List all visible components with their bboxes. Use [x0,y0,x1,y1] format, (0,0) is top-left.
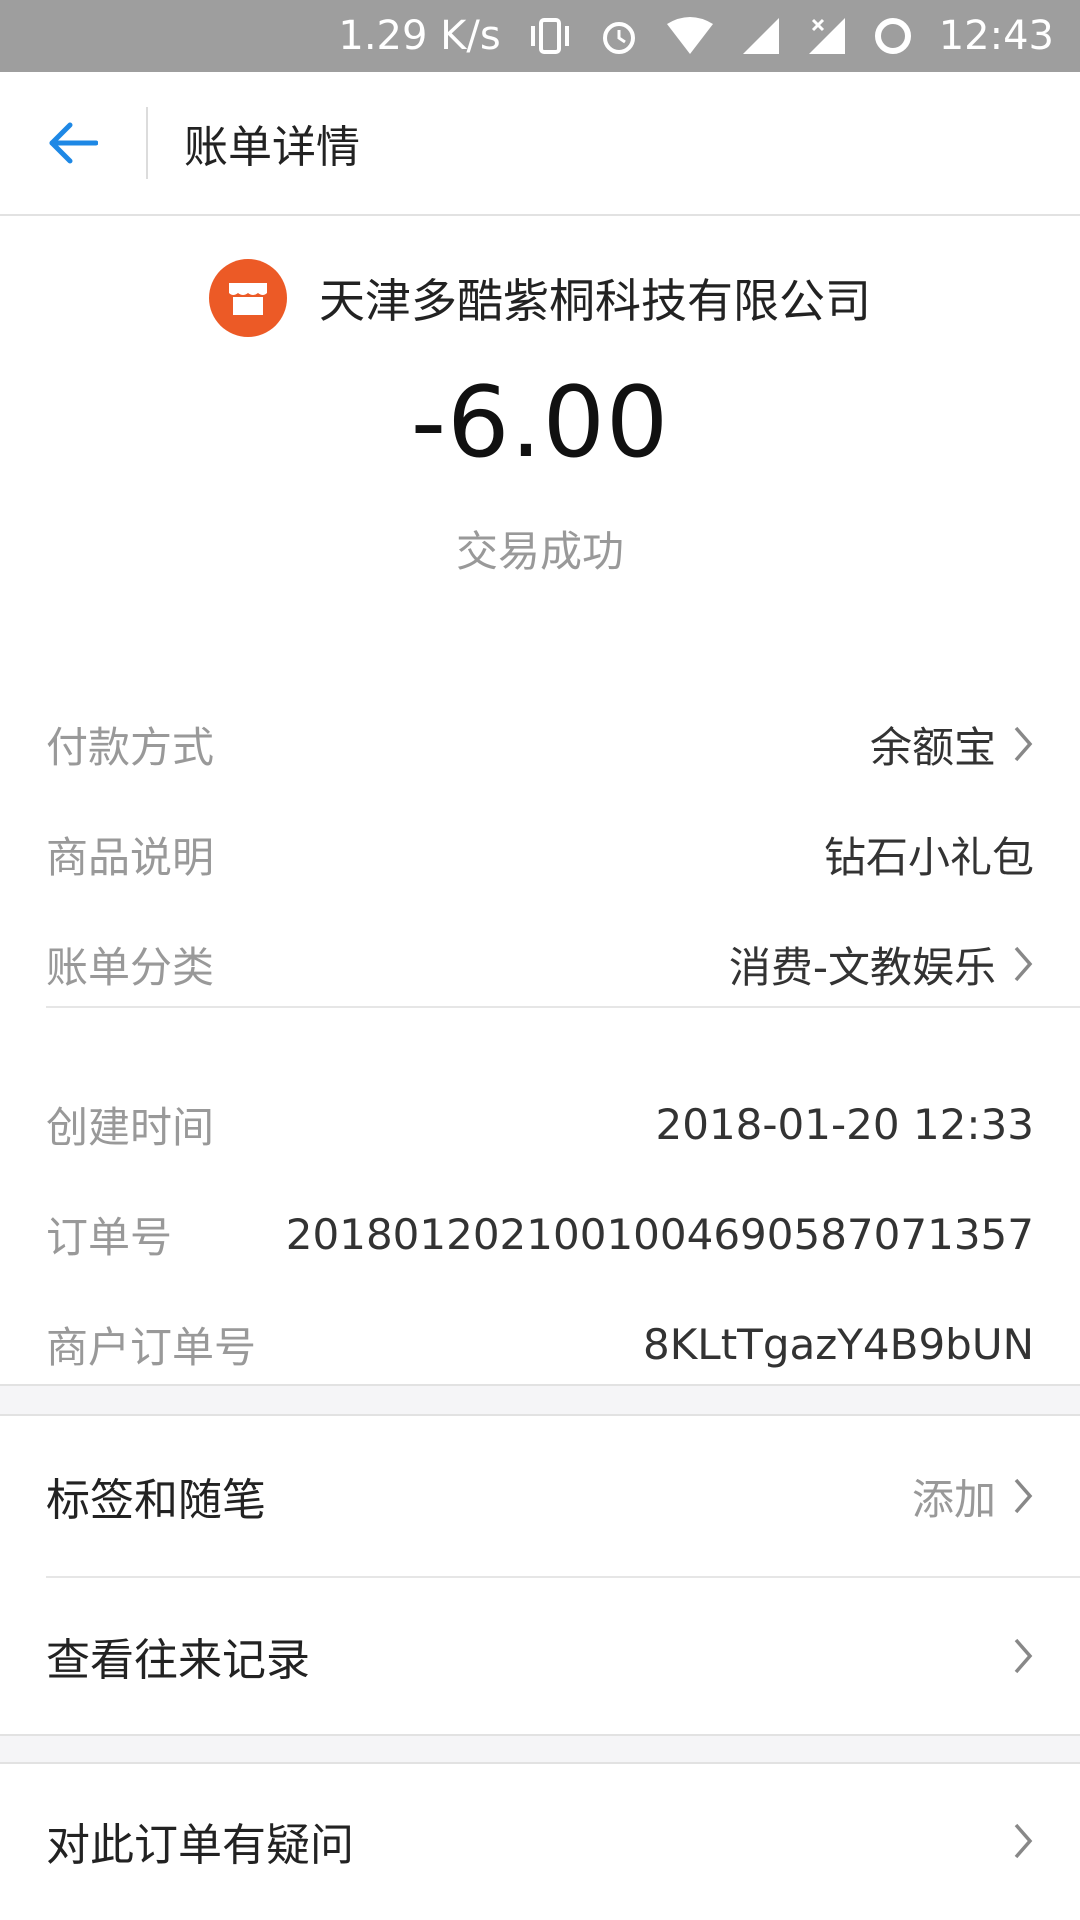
vibrate-icon [527,16,573,56]
transaction-status: 交易成功 [455,527,624,576]
actions-section: 标签和随笔 添加 查看往来记录 [0,1414,1080,1736]
network-speed: 1.29 K/s [338,13,501,59]
chevron-right-icon [1012,1476,1034,1516]
merchant-name: 天津多酷紫桐科技有限公司 [319,274,871,328]
page-title: 账单详情 [184,122,360,173]
add-tag-link[interactable]: 添加 [912,1466,996,1527]
header-divider [146,107,148,179]
detail-row-merchant-order-number: 商户订单号 8KLtTgazY4B9bUN [46,1304,1034,1384]
menu-label: 对此订单有疑问 [46,1820,354,1871]
bill-detail-card: 天津多酷紫桐科技有限公司 -6.00 交易成功 付款方式 余额宝 商品说明 钻石… [0,216,1080,1386]
detail-value: 钻石小礼包 [823,832,1034,882]
detail-label: 商户订单号 [46,1322,257,1372]
store-icon [209,259,287,337]
chevron-right-icon [1012,1821,1034,1861]
transaction-amount: -6.00 [410,366,670,480]
detail-value: 20180120210010046905870713​57 [285,1209,1034,1259]
chevron-right-icon [1012,724,1034,764]
support-section: 对此订单有疑问 [0,1762,1080,1920]
signal-icon [741,16,781,56]
detail-value: 8KLtTgazY4B9bUN [643,1319,1034,1369]
arrow-left-icon [49,122,98,164]
detail-row-created-time: 创建时间 2018-01-20 12:33 [46,1084,1034,1164]
detail-label: 商品说明 [46,832,215,882]
detail-value: 消费-文教娱乐 [728,942,996,992]
detail-row-payment-method[interactable]: 付款方式 余额宝 [46,704,1034,784]
clock-time: 12:43 [938,13,1054,59]
detail-label: 账单分类 [46,942,215,992]
signal-off-icon [807,16,847,56]
menu-label: 标签和随笔 [46,1475,266,1526]
detail-label: 订单号 [46,1212,173,1262]
detail-value: 余额宝 [869,722,996,772]
chevron-right-icon [1012,944,1034,984]
order-question-row[interactable]: 对此订单有疑问 [46,1764,1034,1918]
alarm-icon [599,16,639,56]
detail-value: 2018-01-20 12:33 [655,1099,1034,1149]
detail-row-category[interactable]: 账单分类 消费-文教娱乐 [46,924,1034,1004]
detail-label: 创建时间 [46,1102,215,1152]
wifi-icon [665,16,715,56]
tags-notes-row[interactable]: 标签和随笔 添加 [46,1416,1034,1576]
status-bar: 1.29 K/s 12:43 [0,0,1080,72]
view-history-row[interactable]: 查看往来记录 [46,1576,1034,1736]
detail-row-order-number: 订单号 20180120210010046905870713​57 [46,1194,1034,1274]
menu-label: 查看往来记录 [46,1635,310,1686]
detail-label: 付款方式 [46,722,215,772]
detail-row-product: 商品说明 钻石小礼包 [46,814,1034,894]
battery-icon [873,16,913,56]
chevron-right-icon [1012,1636,1034,1676]
back-button[interactable] [0,71,146,215]
merchant-header: 天津多酷紫桐科技有限公司 [0,258,1080,338]
app-header: 账单详情 [0,72,1080,216]
divider [46,1006,1080,1008]
